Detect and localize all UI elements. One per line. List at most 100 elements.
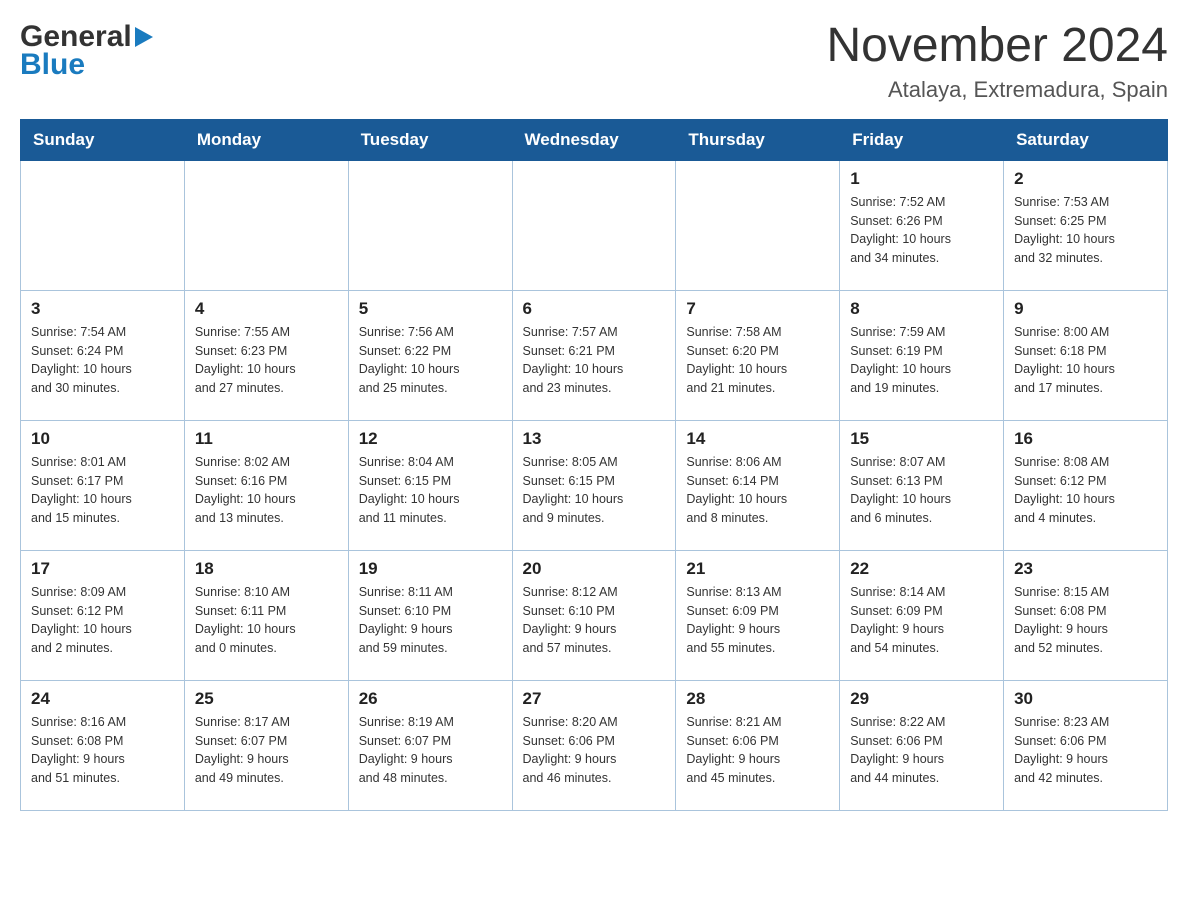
calendar-cell: 23 Sunrise: 8:15 AM Sunset: 6:08 PM Dayli… (1004, 550, 1168, 680)
calendar-cell: 25 Sunrise: 8:17 AM Sunset: 6:07 PM Dayli… (184, 680, 348, 810)
logo-arrow-icon (135, 27, 153, 47)
day-number: 21 (686, 559, 829, 579)
calendar-cell: 1 Sunrise: 7:52 AM Sunset: 6:26 PM Daylig… (840, 160, 1004, 290)
calendar-cell: 12 Sunrise: 8:04 AM Sunset: 6:15 PM Dayli… (348, 420, 512, 550)
day-info: Sunrise: 8:09 AM Sunset: 6:12 PM Dayligh… (31, 583, 174, 658)
day-number: 7 (686, 299, 829, 319)
calendar-header-monday: Monday (184, 119, 348, 160)
calendar-cell: 9 Sunrise: 8:00 AM Sunset: 6:18 PM Daylig… (1004, 290, 1168, 420)
day-number: 1 (850, 169, 993, 189)
calendar-cell: 28Sunrise: 8:21 AM Sunset: 6:06 PM Dayli… (676, 680, 840, 810)
calendar-header-thursday: Thursday (676, 119, 840, 160)
day-number: 15 (850, 429, 993, 449)
calendar-header-row: SundayMondayTuesdayWednesdayThursdayFrid… (21, 119, 1168, 160)
day-info: Sunrise: 8:00 AM Sunset: 6:18 PM Dayligh… (1014, 323, 1157, 398)
calendar-header-wednesday: Wednesday (512, 119, 676, 160)
title-block: November 2024 Atalaya, Extremadura, Spai… (826, 20, 1168, 103)
day-number: 4 (195, 299, 338, 319)
day-number: 2 (1014, 169, 1157, 189)
day-info: Sunrise: 8:13 AM Sunset: 6:09 PM Dayligh… (686, 583, 829, 658)
day-number: 18 (195, 559, 338, 579)
calendar-cell (348, 160, 512, 290)
calendar-cell: 27 Sunrise: 8:20 AM Sunset: 6:06 PM Dayli… (512, 680, 676, 810)
calendar-cell: 13 Sunrise: 8:05 AM Sunset: 6:15 PM Dayli… (512, 420, 676, 550)
calendar-cell: 18 Sunrise: 8:10 AM Sunset: 6:11 PM Dayli… (184, 550, 348, 680)
day-info: Sunrise: 7:54 AM Sunset: 6:24 PM Dayligh… (31, 323, 174, 398)
day-info: Sunrise: 8:04 AM Sunset: 6:15 PM Dayligh… (359, 453, 502, 528)
day-number: 17 (31, 559, 174, 579)
calendar-header-saturday: Saturday (1004, 119, 1168, 160)
calendar-cell: 6Sunrise: 7:57 AM Sunset: 6:21 PM Daylig… (512, 290, 676, 420)
week-row-4: 17 Sunrise: 8:09 AM Sunset: 6:12 PM Dayli… (21, 550, 1168, 680)
calendar-cell: 10 Sunrise: 8:01 AM Sunset: 6:17 PM Dayli… (21, 420, 185, 550)
month-title: November 2024 (826, 20, 1168, 73)
day-number: 16 (1014, 429, 1157, 449)
calendar-cell: 24Sunrise: 8:16 AM Sunset: 6:08 PM Dayli… (21, 680, 185, 810)
calendar-cell: 16Sunrise: 8:08 AM Sunset: 6:12 PM Dayli… (1004, 420, 1168, 550)
day-number: 20 (523, 559, 666, 579)
day-info: Sunrise: 7:52 AM Sunset: 6:26 PM Dayligh… (850, 193, 993, 268)
calendar-header-friday: Friday (840, 119, 1004, 160)
day-number: 22 (850, 559, 993, 579)
location-title: Atalaya, Extremadura, Spain (826, 77, 1168, 103)
calendar-cell: 5Sunrise: 7:56 AM Sunset: 6:22 PM Daylig… (348, 290, 512, 420)
calendar-cell: 22 Sunrise: 8:14 AM Sunset: 6:09 PM Dayli… (840, 550, 1004, 680)
day-info: Sunrise: 8:16 AM Sunset: 6:08 PM Dayligh… (31, 713, 174, 788)
logo-blue-text: Blue (20, 48, 85, 82)
day-info: Sunrise: 8:15 AM Sunset: 6:08 PM Dayligh… (1014, 583, 1157, 658)
calendar-cell: 11 Sunrise: 8:02 AM Sunset: 6:16 PM Dayli… (184, 420, 348, 550)
calendar-cell: 17 Sunrise: 8:09 AM Sunset: 6:12 PM Dayli… (21, 550, 185, 680)
day-info: Sunrise: 8:21 AM Sunset: 6:06 PM Dayligh… (686, 713, 829, 788)
day-number: 29 (850, 689, 993, 709)
calendar-table: SundayMondayTuesdayWednesdayThursdayFrid… (20, 119, 1168, 811)
day-info: Sunrise: 7:57 AM Sunset: 6:21 PM Dayligh… (523, 323, 666, 398)
day-number: 27 (523, 689, 666, 709)
calendar-cell: 3 Sunrise: 7:54 AM Sunset: 6:24 PM Daylig… (21, 290, 185, 420)
day-info: Sunrise: 8:02 AM Sunset: 6:16 PM Dayligh… (195, 453, 338, 528)
week-row-1: 1 Sunrise: 7:52 AM Sunset: 6:26 PM Daylig… (21, 160, 1168, 290)
day-info: Sunrise: 7:58 AM Sunset: 6:20 PM Dayligh… (686, 323, 829, 398)
day-info: Sunrise: 7:53 AM Sunset: 6:25 PM Dayligh… (1014, 193, 1157, 268)
day-number: 25 (195, 689, 338, 709)
day-info: Sunrise: 8:20 AM Sunset: 6:06 PM Dayligh… (523, 713, 666, 788)
calendar-cell: 15Sunrise: 8:07 AM Sunset: 6:13 PM Dayli… (840, 420, 1004, 550)
calendar-cell: 26Sunrise: 8:19 AM Sunset: 6:07 PM Dayli… (348, 680, 512, 810)
day-info: Sunrise: 8:05 AM Sunset: 6:15 PM Dayligh… (523, 453, 666, 528)
day-info: Sunrise: 8:12 AM Sunset: 6:10 PM Dayligh… (523, 583, 666, 658)
calendar-cell: 8Sunrise: 7:59 AM Sunset: 6:19 PM Daylig… (840, 290, 1004, 420)
calendar-cell (21, 160, 185, 290)
day-number: 10 (31, 429, 174, 449)
calendar-cell: 19Sunrise: 8:11 AM Sunset: 6:10 PM Dayli… (348, 550, 512, 680)
calendar-cell (512, 160, 676, 290)
calendar-cell: 14 Sunrise: 8:06 AM Sunset: 6:14 PM Dayli… (676, 420, 840, 550)
week-row-2: 3 Sunrise: 7:54 AM Sunset: 6:24 PM Daylig… (21, 290, 1168, 420)
page-header: General Blue November 2024 Atalaya, Extr… (20, 20, 1168, 103)
day-number: 13 (523, 429, 666, 449)
day-info: Sunrise: 7:55 AM Sunset: 6:23 PM Dayligh… (195, 323, 338, 398)
day-info: Sunrise: 8:01 AM Sunset: 6:17 PM Dayligh… (31, 453, 174, 528)
day-info: Sunrise: 8:17 AM Sunset: 6:07 PM Dayligh… (195, 713, 338, 788)
week-row-3: 10 Sunrise: 8:01 AM Sunset: 6:17 PM Dayli… (21, 420, 1168, 550)
day-number: 11 (195, 429, 338, 449)
day-info: Sunrise: 8:10 AM Sunset: 6:11 PM Dayligh… (195, 583, 338, 658)
calendar-cell: 20 Sunrise: 8:12 AM Sunset: 6:10 PM Dayli… (512, 550, 676, 680)
day-number: 12 (359, 429, 502, 449)
day-info: Sunrise: 8:22 AM Sunset: 6:06 PM Dayligh… (850, 713, 993, 788)
day-info: Sunrise: 7:56 AM Sunset: 6:22 PM Dayligh… (359, 323, 502, 398)
calendar-header-tuesday: Tuesday (348, 119, 512, 160)
day-number: 9 (1014, 299, 1157, 319)
day-info: Sunrise: 8:06 AM Sunset: 6:14 PM Dayligh… (686, 453, 829, 528)
calendar-cell: 21 Sunrise: 8:13 AM Sunset: 6:09 PM Dayli… (676, 550, 840, 680)
calendar-cell: 2 Sunrise: 7:53 AM Sunset: 6:25 PM Daylig… (1004, 160, 1168, 290)
calendar-cell: 7 Sunrise: 7:58 AM Sunset: 6:20 PM Daylig… (676, 290, 840, 420)
calendar-cell: 30Sunrise: 8:23 AM Sunset: 6:06 PM Dayli… (1004, 680, 1168, 810)
logo: General Blue (20, 20, 153, 82)
day-number: 8 (850, 299, 993, 319)
day-number: 26 (359, 689, 502, 709)
day-number: 23 (1014, 559, 1157, 579)
day-number: 3 (31, 299, 174, 319)
week-row-5: 24Sunrise: 8:16 AM Sunset: 6:08 PM Dayli… (21, 680, 1168, 810)
calendar-cell (676, 160, 840, 290)
day-number: 14 (686, 429, 829, 449)
day-info: Sunrise: 8:14 AM Sunset: 6:09 PM Dayligh… (850, 583, 993, 658)
